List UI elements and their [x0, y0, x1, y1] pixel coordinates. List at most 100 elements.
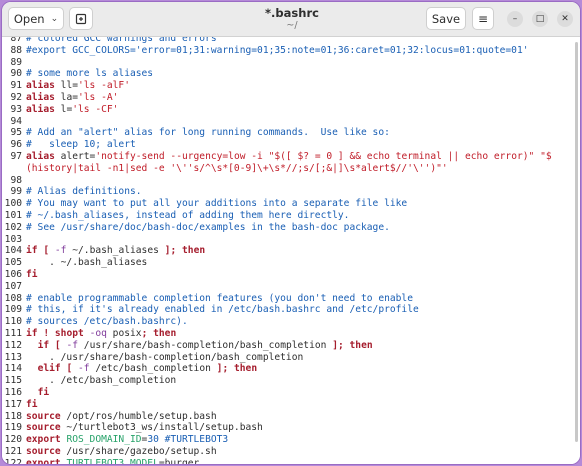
line-text: export TURTLEBOT3_MODEL=burger: [26, 457, 200, 464]
line-text: # See /usr/share/doc/bash-doc/examples i…: [26, 221, 390, 233]
line-number: 102: [4, 221, 22, 233]
editor-line[interactable]: 121 source /usr/share/gazebo/setup.sh: [2, 446, 580, 458]
chevron-down-icon: ⌄: [50, 13, 59, 24]
editor-line[interactable]: 106 fi: [2, 269, 580, 281]
line-number: 96: [10, 139, 22, 151]
close-button[interactable]: ✕: [557, 11, 573, 27]
line-text: if [ -f ~/.bash_aliases ]; then: [26, 245, 206, 257]
line-text: . /etc/bash_completion: [26, 375, 177, 387]
editor-line[interactable]: 104 if [ -f ~/.bash_aliases ]; then: [2, 245, 580, 257]
editor-line[interactable]: 102 # See /usr/share/doc/bash-doc/example…: [2, 222, 580, 234]
line-number: 108: [4, 292, 22, 304]
open-button[interactable]: Open ⌄: [8, 7, 64, 30]
editor-line[interactable]: 112 if [ -f /usr/share/bash-completion/b…: [2, 340, 580, 352]
editor-line[interactable]: 109 # this, if it's already enabled in /e…: [2, 304, 580, 316]
line-number: 98: [10, 174, 22, 186]
line-text: # ~/.bash_aliases, instead of adding the…: [26, 210, 350, 221]
line-text: fi: [37, 387, 50, 398]
line-number: 119: [4, 422, 22, 434]
line-number: 94: [10, 115, 22, 127]
editor-line[interactable]: 122 export TURTLEBOT3_MODEL=burger: [2, 458, 580, 464]
editor-line[interactable]: 92 alias la='ls -A': [2, 92, 580, 104]
editor-line[interactable]: 120 export ROS_DOMAIN_ID=30 #TURTLEBOT3: [2, 434, 580, 446]
line-number: 118: [4, 410, 22, 422]
line-number: 95: [10, 127, 22, 139]
editor-line[interactable]: 110 # sources /etc/bash.bashrc).: [2, 316, 580, 328]
line-number: 121: [4, 446, 22, 457]
line-number: 122: [4, 457, 22, 464]
line-text: (history|tail -n1|sed -e '\''s/^\s*[0-9]…: [26, 162, 448, 174]
line-text: . ~/.bash_aliases: [26, 257, 148, 269]
editor-line[interactable]: 108 # enable programmable completion feat…: [2, 293, 580, 305]
line-text: alias l='ls -CF': [26, 103, 119, 115]
line-text: source /opt/ros/humble/setup.bash: [26, 410, 217, 422]
editor-line[interactable]: 117 fi: [2, 399, 580, 411]
line-number: 117: [4, 398, 22, 410]
editor-line[interactable]: 91 alias ll='ls -alF': [2, 80, 580, 92]
line-text: # sleep 10; alert: [26, 139, 136, 151]
line-number: 106: [4, 269, 22, 280]
line-number: 110: [4, 316, 22, 328]
editor-line[interactable]: 94: [2, 116, 580, 128]
line-text: # enable programmable completion feature…: [26, 292, 413, 304]
line-number: 115: [4, 375, 22, 387]
editor-line[interactable]: 118 source /opt/ros/humble/setup.bash: [2, 411, 580, 423]
new-tab-icon: [75, 13, 87, 24]
line-text: source /usr/share/gazebo/setup.sh: [26, 446, 217, 457]
vertical-scrollbar[interactable]: [575, 42, 578, 442]
editor-line[interactable]: 105 . ~/.bash_aliases: [2, 257, 580, 269]
document-title: *.bashrc ~/: [202, 6, 382, 31]
editor-line[interactable]: 111 if ! shopt -oq posix; then: [2, 328, 580, 340]
line-number: 100: [4, 198, 22, 210]
editor-line[interactable]: 119 source ~/turtlebot3_ws/install/setup.…: [2, 422, 580, 434]
line-number: 103: [4, 233, 22, 245]
line-number: 101: [4, 210, 22, 221]
open-button-label: Open: [13, 11, 45, 26]
editor-line[interactable]: 99 # Alias definitions.: [2, 186, 580, 198]
line-number: 109: [4, 304, 22, 316]
line-number: 112: [4, 339, 22, 351]
line-number: 104: [4, 245, 22, 257]
editor-line[interactable]: 97 alias alert='notify-send --urgency=low…: [2, 151, 580, 163]
line-text: # Alias definitions.: [26, 186, 142, 198]
text-editor-area[interactable]: 87 # colored GCC warnings and errors 88 #ex…: [2, 37, 580, 464]
line-number: 111: [4, 328, 22, 339]
editor-line[interactable]: 115 . /etc/bash_completion: [2, 375, 580, 387]
line-number: 105: [4, 257, 22, 269]
editor-line[interactable]: 88 #export GCC_COLORS='error=01;31:warnin…: [2, 45, 580, 57]
line-number: 99: [10, 186, 22, 198]
minimize-button[interactable]: –: [507, 11, 523, 27]
editor-line[interactable]: 101 # ~/.bash_aliases, instead of adding …: [2, 210, 580, 222]
maximize-button[interactable]: □: [532, 11, 548, 27]
line-number: 116: [4, 387, 22, 398]
line-number: 91: [10, 80, 22, 92]
editor-line[interactable]: 89: [2, 57, 580, 69]
save-button[interactable]: Save: [426, 7, 466, 30]
editor-line[interactable]: 100 # You may want to put all your additi…: [2, 198, 580, 210]
line-text: fi: [26, 398, 38, 410]
line-number: 90: [10, 68, 22, 80]
editor-line[interactable]: 107: [2, 281, 580, 293]
new-tab-button[interactable]: [69, 7, 93, 30]
editor-line[interactable]: 87 # colored GCC warnings and errors: [2, 37, 580, 45]
hamburger-menu-icon: ≡: [477, 11, 489, 26]
editor-line[interactable]: 113 . /usr/share/bash-completion/bash_co…: [2, 352, 580, 364]
line-number: 89: [10, 56, 22, 68]
editor-line[interactable]: 114 elif [ -f /etc/bash_completion ]; th…: [2, 363, 580, 375]
line-number: 88: [10, 44, 22, 56]
editor-line[interactable]: 93 alias l='ls -CF': [2, 104, 580, 116]
header-bar: Open ⌄ *.bashrc ~/ Save ≡ – □ ✕: [2, 2, 580, 37]
line-text: # colored GCC warnings and errors: [26, 37, 217, 44]
editor-line[interactable]: 98: [2, 175, 580, 187]
editor-line[interactable]: 103: [2, 234, 580, 246]
editor-line[interactable]: 96 # sleep 10; alert: [2, 139, 580, 151]
line-text: alias alert='notify-send --urgency=low -…: [26, 151, 552, 162]
editor-line-wrapped[interactable]: (history|tail -n1|sed -e '\''s/^\s*[0-9]…: [2, 163, 580, 175]
editor-line[interactable]: 90 # some more ls aliases: [2, 68, 580, 80]
editor-line[interactable]: 95 # Add an "alert" alias for long runnin…: [2, 127, 580, 139]
editor-line[interactable]: 116 fi: [2, 387, 580, 399]
line-number: 120: [4, 434, 22, 446]
main-menu-button[interactable]: ≡: [472, 7, 494, 30]
line-number: 93: [10, 103, 22, 115]
line-text: # Add an "alert" alias for long running …: [26, 127, 390, 139]
